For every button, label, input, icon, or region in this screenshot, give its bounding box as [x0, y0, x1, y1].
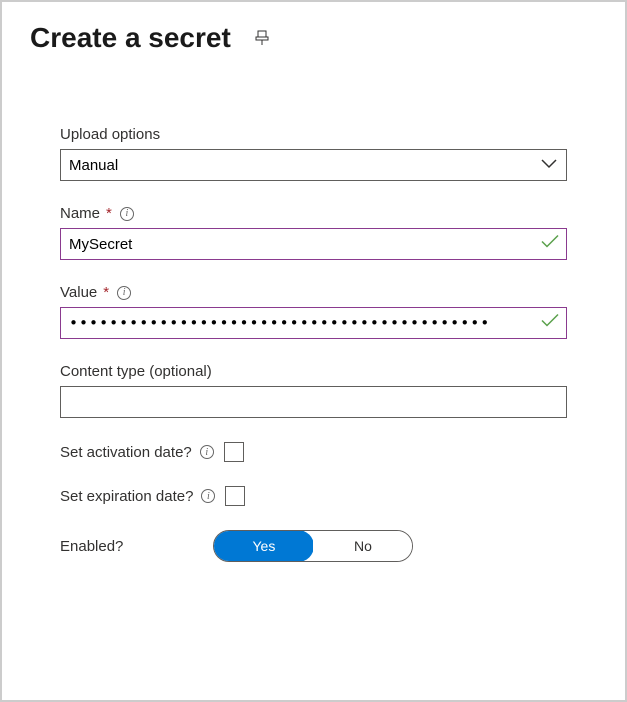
activation-date-row: Set activation date? i: [60, 442, 567, 462]
enabled-row: Enabled? Yes No: [60, 530, 567, 562]
upload-options-label: Upload options: [60, 126, 160, 143]
content-type-input[interactable]: [60, 386, 567, 418]
value-group: Value * i: [60, 284, 567, 339]
pin-icon[interactable]: [255, 30, 271, 46]
content-type-group: Content type (optional): [60, 363, 567, 418]
info-icon[interactable]: i: [117, 286, 131, 300]
required-indicator: *: [106, 205, 112, 222]
expiration-date-checkbox[interactable]: [225, 486, 245, 506]
info-icon[interactable]: i: [200, 445, 214, 459]
expiration-date-row: Set expiration date? i: [60, 486, 567, 506]
info-icon[interactable]: i: [201, 489, 215, 503]
name-group: Name * i: [60, 205, 567, 260]
create-secret-form: Upload options Name * i: [30, 126, 597, 562]
enabled-label: Enabled?: [60, 538, 123, 555]
value-input[interactable]: [60, 307, 567, 339]
enabled-toggle: Yes No: [213, 530, 413, 562]
enabled-no-button[interactable]: No: [313, 531, 412, 561]
info-icon[interactable]: i: [120, 207, 134, 221]
name-label: Name: [60, 205, 100, 222]
activation-date-checkbox[interactable]: [224, 442, 244, 462]
activation-date-label: Set activation date?: [60, 444, 192, 461]
content-type-label: Content type (optional): [60, 363, 212, 380]
value-label: Value: [60, 284, 97, 301]
expiration-date-label: Set expiration date?: [60, 488, 193, 505]
required-indicator: *: [103, 284, 109, 301]
upload-options-group: Upload options: [60, 126, 567, 181]
enabled-yes-button[interactable]: Yes: [213, 530, 314, 562]
page-header: Create a secret: [30, 22, 597, 54]
upload-options-select[interactable]: [60, 149, 567, 181]
page-title: Create a secret: [30, 22, 231, 54]
name-input[interactable]: [60, 228, 567, 260]
